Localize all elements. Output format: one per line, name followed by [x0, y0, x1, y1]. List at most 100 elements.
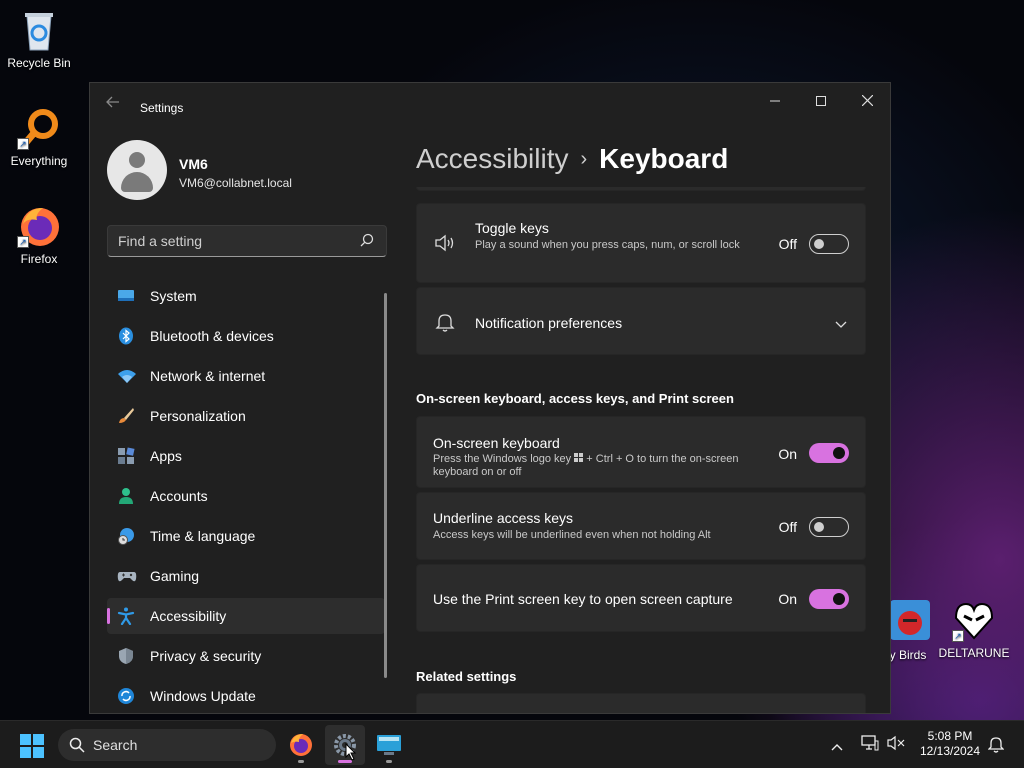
sidebar-nav: System Bluetooth & devices Network & int…: [107, 278, 385, 713]
underline-access-keys-card[interactable]: Underline access keys Access keys will b…: [416, 492, 866, 560]
bell-icon: [435, 312, 455, 337]
shield-icon: [117, 647, 135, 665]
notification-bell-icon[interactable]: [987, 735, 1005, 758]
desktop-icon-deltarune[interactable]: ↗ DELTARUNE: [936, 598, 1012, 660]
sidebar-item-label: Apps: [150, 448, 182, 464]
display-icon: [117, 287, 135, 305]
deltarune-icon: ↗: [952, 598, 996, 642]
sidebar-item-label: Privacy & security: [150, 648, 262, 664]
minimize-button[interactable]: [760, 91, 790, 113]
search-input[interactable]: [118, 233, 348, 249]
sidebar-item-label: Personalization: [150, 408, 246, 424]
sidebar-item-gaming[interactable]: Gaming: [107, 558, 385, 594]
gamepad-icon: [117, 567, 137, 585]
running-indicator: [338, 760, 352, 763]
settings-content: Toggle keys Play a sound when you press …: [416, 187, 868, 713]
sidebar-item-personalization[interactable]: Personalization: [107, 398, 385, 434]
breadcrumb-separator: ›: [580, 148, 588, 170]
desktop-icon-label: Everything: [10, 154, 68, 168]
toggle-keys-card[interactable]: Toggle keys Play a sound when you press …: [416, 203, 866, 283]
sidebar-item-label: Accounts: [150, 488, 208, 504]
previous-card-edge: [416, 187, 866, 191]
accessibility-icon: [117, 607, 135, 626]
avatar: [107, 140, 167, 200]
shortcut-arrow-icon: ↗: [17, 236, 29, 248]
sidebar-item-network[interactable]: Network & internet: [107, 358, 385, 394]
setting-title: Toggle keys: [475, 220, 549, 236]
toggle-keys-switch[interactable]: [809, 234, 849, 254]
update-icon: [117, 687, 135, 705]
desktop-icon-everything[interactable]: ↗ Everything: [1, 106, 77, 168]
close-button[interactable]: [852, 91, 882, 113]
sidebar-item-label: System: [150, 288, 197, 304]
sidebar-item-windows-update[interactable]: Windows Update: [107, 678, 385, 713]
search-icon[interactable]: [360, 233, 374, 252]
shortcut-arrow-icon: ↗: [17, 138, 29, 150]
sidebar-item-apps[interactable]: Apps: [107, 438, 385, 474]
breadcrumb: Accessibility › Keyboard: [416, 143, 728, 175]
onscreen-keyboard-switch[interactable]: [809, 443, 849, 463]
setting-title: On-screen keyboard: [433, 435, 560, 451]
print-screen-switch[interactable]: [809, 589, 849, 609]
sidebar-item-system[interactable]: System: [107, 278, 385, 314]
section-heading-onscreen: On-screen keyboard, access keys, and Pri…: [416, 391, 734, 406]
sidebar-item-label: Accessibility: [150, 608, 227, 624]
start-button[interactable]: [20, 734, 44, 763]
back-arrow-icon[interactable]: [106, 95, 120, 111]
toggle-state-label: Off: [778, 236, 797, 252]
person-icon: [117, 487, 135, 505]
sidebar-item-privacy[interactable]: Privacy & security: [107, 638, 385, 674]
search-icon: [69, 737, 85, 758]
breadcrumb-parent[interactable]: Accessibility: [416, 143, 568, 174]
system-clock[interactable]: 5:08 PM 12/13/2024: [918, 729, 982, 759]
desktop-icon-label: Firefox: [20, 252, 58, 266]
taskbar-search[interactable]: Search: [58, 729, 276, 761]
chevron-down-icon[interactable]: [835, 316, 847, 334]
sidebar-item-accessibility[interactable]: Accessibility: [107, 598, 385, 634]
chevron-up-icon[interactable]: [831, 738, 843, 756]
sidebar-item-label: Network & internet: [150, 368, 266, 384]
section-heading-related: Related settings: [416, 669, 517, 684]
sidebar-item-label: Gaming: [150, 568, 200, 584]
app-title: Settings: [140, 101, 184, 115]
toggle-state-label: On: [778, 446, 797, 462]
toggle-state-label: Off: [778, 519, 797, 535]
notification-preferences-card[interactable]: Notification preferences: [416, 287, 866, 355]
network-icon[interactable]: [861, 735, 879, 756]
onscreen-keyboard-card[interactable]: On-screen keyboard Press the Windows log…: [416, 416, 866, 488]
taskbar-app-remote-desktop[interactable]: [369, 725, 409, 765]
firefox-icon: [290, 734, 312, 756]
shortcut-arrow-icon: ↗: [952, 630, 964, 642]
bluetooth-icon: [117, 327, 135, 345]
underline-access-keys-switch[interactable]: [809, 517, 849, 537]
windows-logo-icon: [574, 453, 584, 462]
volume-muted-icon[interactable]: [887, 735, 905, 756]
maximize-button[interactable]: [806, 91, 836, 113]
user-name: VM6: [179, 156, 208, 172]
windows-start-icon: [20, 734, 44, 758]
taskbar-app-firefox[interactable]: [281, 725, 321, 765]
print-screen-card[interactable]: Use the Print screen key to open screen …: [416, 564, 866, 632]
taskbar-app-settings[interactable]: [325, 725, 365, 765]
page-title: Keyboard: [599, 143, 729, 174]
setting-title: Underline access keys: [433, 510, 574, 526]
angry-birds-icon: [888, 600, 932, 644]
firefox-icon: ↗: [17, 204, 61, 248]
apps-icon: [117, 447, 135, 465]
clock-date: 12/13/2024: [919, 744, 981, 758]
running-indicator: [386, 760, 392, 763]
desktop-icon-firefox[interactable]: ↗ Firefox: [1, 204, 77, 266]
sidebar-item-label: Time & language: [150, 528, 256, 544]
desktop-icon-recycle-bin[interactable]: Recycle Bin: [1, 8, 77, 70]
desktop-icon-label: DELTARUNE: [938, 646, 1010, 660]
everything-search-icon: ↗: [17, 106, 61, 150]
sidebar-scrollbar[interactable]: [384, 293, 387, 678]
sidebar-item-bluetooth[interactable]: Bluetooth & devices: [107, 318, 385, 354]
speaker-icon: [435, 234, 457, 257]
sidebar-item-time-language[interactable]: Time & language: [107, 518, 385, 554]
setting-description: Press the Windows logo key + Ctrl + O to…: [433, 453, 743, 479]
find-setting-search[interactable]: [107, 225, 387, 257]
title-bar[interactable]: Settings: [90, 83, 890, 123]
sidebar-item-accounts[interactable]: Accounts: [107, 478, 385, 514]
related-settings-card[interactable]: [416, 693, 866, 713]
